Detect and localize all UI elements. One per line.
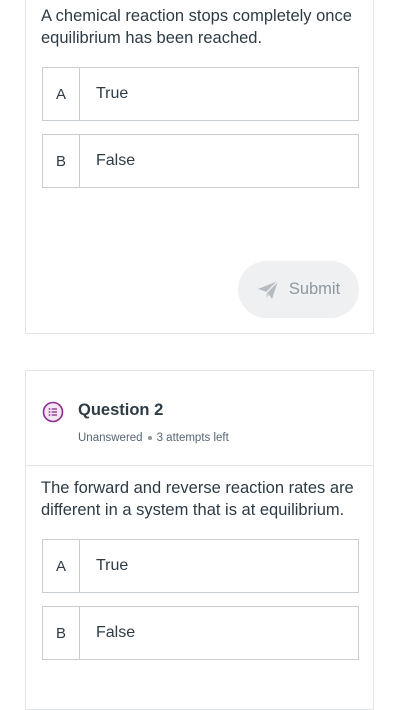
answer-option-false[interactable]: B False (42, 606, 359, 660)
question-card-2: Question 2 Unanswered 3 attempts left Th… (25, 370, 374, 710)
option-letter: B (43, 135, 80, 187)
status-text: Unanswered (78, 432, 143, 444)
answer-option-false[interactable]: B False (42, 134, 359, 188)
option-text: False (96, 152, 136, 169)
answer-option-true[interactable]: A True (42, 539, 359, 593)
paper-plane-icon (257, 280, 279, 300)
separator-dot (147, 436, 152, 440)
option-letter: B (43, 607, 80, 659)
option-letter: A (43, 540, 80, 592)
submit-button[interactable]: Submit (238, 261, 359, 318)
answer-option-true[interactable]: A True (42, 67, 359, 121)
submit-label: Submit (288, 280, 341, 298)
question-meta: Unanswered 3 attempts left (78, 432, 229, 444)
attempts-text: 3 attempts left (156, 432, 229, 444)
question-title: Question 2 (78, 401, 164, 419)
question-prompt: The forward and reverse reaction rates a… (41, 479, 354, 519)
question-prompt: A chemical reaction stops completely onc… (41, 7, 352, 47)
option-text: True (96, 557, 129, 574)
question-card-1: A chemical reaction stops completely onc… (25, 0, 374, 334)
question-list-icon (42, 401, 64, 423)
question-header: Question 2 Unanswered 3 attempts left (26, 371, 373, 466)
option-letter: A (43, 68, 80, 120)
option-text: True (96, 85, 129, 102)
option-text: False (96, 624, 136, 641)
